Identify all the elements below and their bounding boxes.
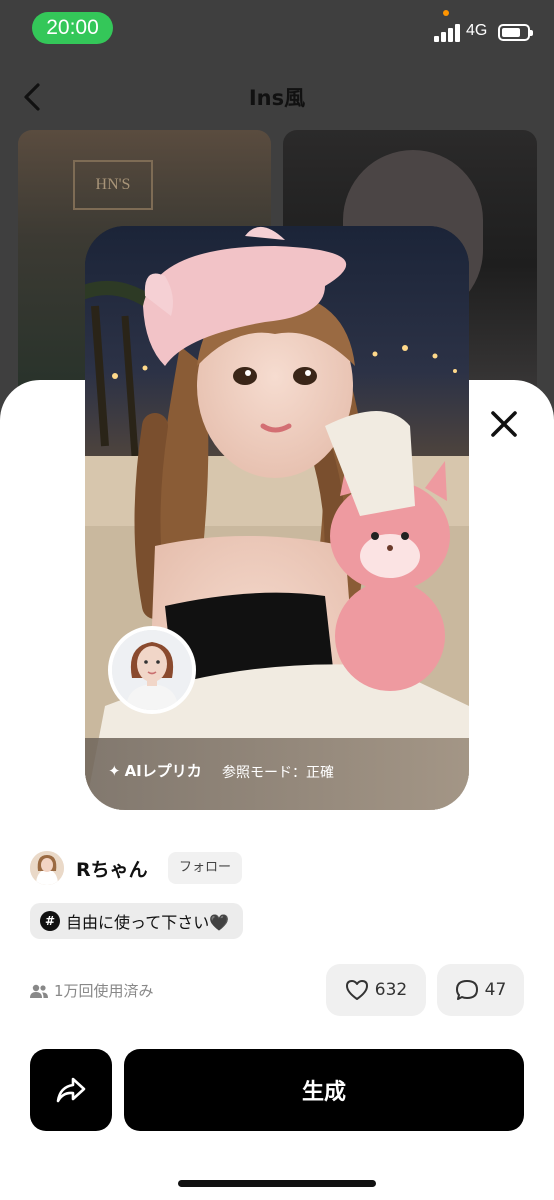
page-title: Ins風: [248, 86, 306, 110]
network-label: 4G: [466, 22, 488, 39]
reference-mode-label: 参照モード：正確: [222, 765, 334, 781]
heart-icon: [345, 980, 368, 1000]
reference-avatar[interactable]: [108, 626, 196, 714]
close-icon: [491, 411, 517, 437]
author-name[interactable]: Rちゃん: [76, 855, 148, 882]
close-button[interactable]: [486, 406, 522, 442]
sparkle-icon: ✦: [108, 762, 121, 780]
tag-chip[interactable]: # 自由に使って下さい🖤: [30, 903, 244, 939]
comment-button[interactable]: 47: [437, 964, 524, 1016]
signal-icon: [434, 22, 462, 42]
ai-replica-label: ✦ AIレプリカ: [108, 760, 202, 781]
tag-text: 自由に使って下さい🖤: [66, 913, 230, 932]
usage-count: 1万回使用済み: [30, 980, 154, 1001]
generate-button[interactable]: 生成: [124, 1049, 524, 1131]
hashtag-icon: #: [40, 911, 60, 931]
comment-count: 47: [484, 980, 507, 1000]
author-avatar-image: [30, 851, 64, 885]
share-icon: [56, 1077, 86, 1103]
usage-text: 1万回使用済み: [54, 982, 154, 1000]
preview-card[interactable]: [85, 226, 469, 810]
reference-portrait-image: [112, 630, 192, 710]
comment-icon: [455, 980, 478, 1000]
author-avatar[interactable]: [30, 851, 64, 885]
users-icon: [30, 984, 48, 998]
like-button[interactable]: 632: [326, 964, 426, 1016]
follow-button[interactable]: フォロー: [168, 852, 242, 884]
tile-sign: HN'S: [73, 160, 153, 210]
like-count: 632: [374, 980, 408, 1000]
home-indicator: [178, 1180, 376, 1187]
status-bar: 20:00 4G: [0, 0, 554, 60]
preview-image: [85, 226, 469, 810]
privacy-indicator-dot: [443, 10, 449, 16]
ai-replica-text: AIレプリカ: [124, 762, 202, 780]
share-button[interactable]: [30, 1049, 112, 1131]
battery-icon: [498, 24, 533, 41]
status-time: 20:00: [32, 12, 113, 44]
